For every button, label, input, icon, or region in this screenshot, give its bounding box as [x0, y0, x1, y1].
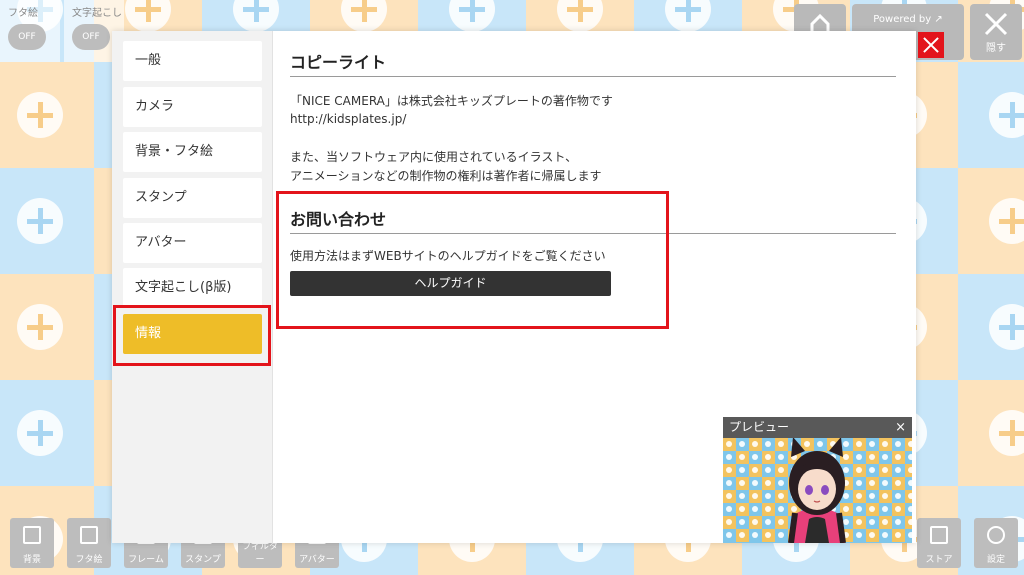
copyright-line-2: http://kidsplates.jp/	[290, 112, 407, 126]
toolbar-button-label: 設定	[986, 555, 1005, 565]
background-tile[interactable]	[958, 168, 1024, 274]
preview-titlebar[interactable]: プレビュー ×	[723, 417, 912, 438]
hide-label: 隠す	[986, 43, 1006, 54]
add-circle-icon	[17, 198, 63, 244]
add-circle-icon	[125, 0, 171, 32]
copyright-divider	[290, 76, 896, 77]
store-icon	[930, 526, 948, 544]
toolbar-button-label: フレーム	[128, 555, 164, 565]
copyright-line-3: また、当ソフトウェア内に使用されているイラスト、	[290, 150, 578, 164]
background-tile[interactable]	[958, 62, 1024, 168]
add-circle-icon	[989, 92, 1024, 138]
settings-button[interactable]: 設定	[974, 518, 1018, 568]
settings-sidebar: 一般 カメラ 背景・フタ絵 スタンプ アバター 文字起こし(β版) 情報	[112, 31, 273, 543]
menu-item-camera[interactable]: カメラ	[123, 87, 262, 127]
annotation-box-info-menu	[113, 305, 271, 366]
copyright-title: コピーライト	[290, 53, 387, 72]
image-icon	[23, 526, 41, 544]
add-circle-icon	[989, 410, 1024, 456]
toolbar-button-label: ストア	[925, 555, 953, 565]
background-tile[interactable]	[0, 62, 94, 168]
add-circle-icon	[989, 304, 1024, 350]
menu-item-transcription[interactable]: 文字起こし(β版)	[123, 268, 262, 308]
background-tile[interactable]	[958, 380, 1024, 486]
add-circle-icon	[557, 0, 603, 32]
lid-image-toggle-label: フタ絵	[8, 8, 38, 19]
lid-image-toggle[interactable]: OFF	[8, 24, 46, 50]
toolbar-button-label: 背景	[22, 555, 41, 565]
background-tile[interactable]	[958, 274, 1024, 380]
modal-close-button[interactable]	[918, 32, 944, 58]
lid-image-toggle-group: フタ絵 OFF	[0, 0, 60, 62]
add-circle-icon	[341, 0, 387, 32]
toolbar-button-label: スタンプ	[185, 555, 221, 565]
toolbar-button-label: アバター	[299, 555, 335, 565]
menu-item-background[interactable]: 背景・フタ絵	[123, 132, 262, 172]
add-circle-icon	[233, 0, 279, 32]
powered-by-label: Powered by ↗	[873, 14, 943, 25]
menu-item-avatar[interactable]: アバター	[123, 223, 262, 263]
store-button[interactable]: ストア	[917, 518, 961, 568]
annotation-box-contact	[276, 191, 669, 329]
toolbar-button-label: フタ絵	[75, 555, 103, 565]
transcription-toggle-label: 文字起こし	[72, 8, 122, 19]
copyright-line-4: アニメーションなどの制作物の権利は著作者に帰属します	[290, 169, 602, 183]
frame-icon	[80, 526, 98, 544]
hide-button[interactable]: 隠す	[970, 4, 1022, 60]
background-tile[interactable]	[0, 380, 94, 486]
menu-item-general[interactable]: 一般	[123, 41, 262, 81]
preview-close-icon[interactable]: ×	[895, 417, 906, 438]
add-circle-icon	[17, 92, 63, 138]
toolbar-button-0[interactable]: 背景	[10, 518, 54, 568]
add-circle-icon	[989, 198, 1024, 244]
toolbar-button-1[interactable]: フタ絵	[67, 518, 111, 568]
menu-item-stamp[interactable]: スタンプ	[123, 178, 262, 218]
copyright-line-1: 「NICE CAMERA」は株式会社キッズプレートの著作物です	[290, 94, 613, 108]
add-circle-icon	[17, 304, 63, 350]
add-circle-icon	[449, 0, 495, 32]
background-tile[interactable]	[0, 274, 94, 380]
background-tile[interactable]	[0, 168, 94, 274]
transcription-toggle[interactable]: OFF	[72, 24, 110, 50]
preview-window[interactable]: プレビュー ×	[723, 417, 912, 543]
add-circle-icon	[665, 0, 711, 32]
preview-title: プレビュー	[729, 420, 790, 434]
gear-icon	[987, 526, 1005, 544]
add-circle-icon	[17, 410, 63, 456]
